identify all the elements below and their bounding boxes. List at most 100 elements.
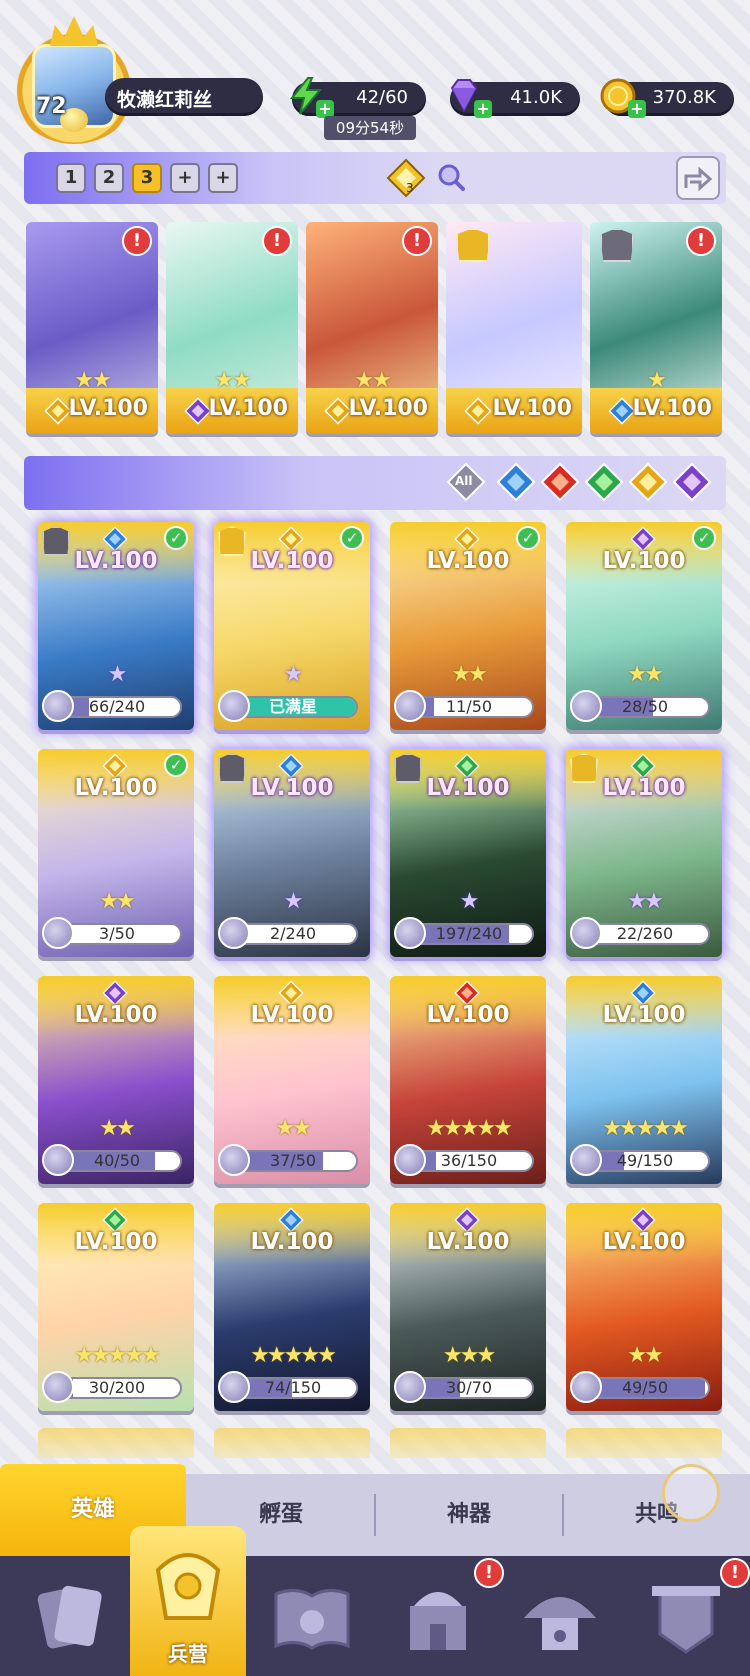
hero-card[interactable]: LV.100 ★★★★★ 36/150 — [390, 976, 546, 1184]
hero-card[interactable]: LV.100 ★ 66/240 ✓ — [38, 522, 194, 730]
hero-stars: ★ — [459, 889, 480, 914]
team-hero-card[interactable]: ★★ LV.100 ! — [26, 222, 158, 434]
book-icon[interactable] — [262, 1568, 362, 1668]
team-slot-1[interactable]: 1 — [56, 163, 86, 193]
gem-counter[interactable]: + 41.0K — [450, 79, 580, 118]
hero-card[interactable]: LV.100 ★★ 28/50 ✓ — [566, 522, 722, 730]
hero-card[interactable]: LV.100 ★ 已满星 ✓ — [214, 522, 370, 730]
barracks-icon[interactable] — [138, 1540, 238, 1640]
hero-card[interactable]: LV.100 ★★ 22/260 — [566, 749, 722, 957]
card-footer: LV.100 — [446, 388, 582, 434]
hero-card[interactable]: LV.100 ★★★ 30/70 — [390, 1203, 546, 1411]
alert-badge: ! — [262, 226, 292, 256]
hero-shard-icon — [394, 917, 426, 949]
coin-counter[interactable]: + 370.8K — [600, 78, 734, 118]
hero-level: LV.100 — [74, 775, 158, 801]
add-gems-button[interactable]: + — [474, 100, 492, 118]
rank-badge-icon — [456, 228, 490, 262]
hero-shard-icon — [394, 690, 426, 722]
hero-stars: ★★ — [99, 889, 135, 914]
card-footer: LV.100 — [306, 388, 438, 434]
hero-level: LV.100 — [348, 396, 428, 421]
hero-shard-icon — [218, 690, 250, 722]
hero-level: LV.100 — [74, 1002, 158, 1028]
hero-shard-icon — [394, 1371, 426, 1403]
hero-stars: ★ — [283, 662, 304, 687]
filter-light-icon[interactable] — [628, 462, 668, 502]
hero-card[interactable]: LV.100 ★ 197/240 — [390, 749, 546, 957]
hero-level: LV.100 — [492, 396, 572, 421]
hero-stars: ★★★★★ — [74, 1343, 161, 1368]
shield-banner-icon[interactable] — [636, 1568, 736, 1668]
floating-orb-button[interactable] — [662, 1464, 720, 1522]
hero-level: LV.100 — [74, 1229, 158, 1255]
player-name: 牧濑红莉丝 — [117, 89, 213, 111]
team-selector-bar — [24, 152, 726, 204]
rank-badge-icon — [570, 753, 598, 783]
hero-shard-icon — [42, 690, 74, 722]
add-coins-button[interactable]: + — [628, 100, 646, 118]
in-team-check-icon: ✓ — [164, 753, 188, 777]
hero-shard-icon — [570, 690, 602, 722]
hero-card[interactable]: LV.100 ★★ 37/50 — [214, 976, 370, 1184]
rank-badge-icon — [42, 526, 70, 556]
share-icon — [684, 166, 713, 192]
card-footer: LV.100 — [26, 388, 158, 434]
crown-icon — [50, 16, 98, 46]
hero-shard-icon — [42, 917, 74, 949]
hero-card[interactable]: LV.100 ★★★★★ 74/150 — [214, 1203, 370, 1411]
hero-stars: ★★ — [451, 662, 487, 687]
card-footer: LV.100 — [166, 388, 298, 434]
mushroom-house-icon[interactable] — [510, 1568, 610, 1668]
hero-shard-icon — [42, 1144, 74, 1176]
hero-shard-icon — [394, 1144, 426, 1176]
element-light-icon — [464, 397, 492, 425]
hero-level: LV.100 — [602, 1229, 686, 1255]
alert-badge: ! — [686, 226, 716, 256]
hero-shard-icon — [570, 1371, 602, 1403]
energy-timer: 09分54秒 — [324, 116, 416, 140]
filter-wind-icon[interactable] — [584, 462, 624, 502]
coin-value: 370.8K — [652, 87, 716, 108]
hero-stars: ★★ — [627, 1343, 663, 1368]
filter-water-icon[interactable] — [496, 462, 536, 502]
hero-card[interactable]: LV.100 ★★★★★ 30/200 — [38, 1203, 194, 1411]
hero-card[interactable]: LV.100 ★★ 40/50 — [38, 976, 194, 1184]
team-hero-card[interactable]: ★★ LV.100 ! — [306, 222, 438, 434]
tab-resonance[interactable]: 共鸣 — [564, 1474, 750, 1556]
in-team-check-icon: ✓ — [516, 526, 540, 550]
filter-fire-icon[interactable] — [540, 462, 580, 502]
team-slot-add-2[interactable]: + — [208, 163, 238, 193]
hero-shard-icon — [570, 917, 602, 949]
search-icon[interactable] — [436, 162, 466, 192]
rank-badge-icon — [218, 526, 246, 556]
energy-value: 42/60 — [356, 87, 408, 108]
team-hero-card[interactable]: ★★ LV.100 ! — [166, 222, 298, 434]
team-slot-2[interactable]: 2 — [94, 163, 124, 193]
share-button[interactable] — [676, 156, 720, 200]
hero-card[interactable]: LV.100 ★★ 11/50 ✓ — [390, 522, 546, 730]
in-team-check-icon: ✓ — [164, 526, 188, 550]
hero-shard-icon — [42, 1371, 74, 1403]
hero-card[interactable]: LV.100 ★ 2/240 — [214, 749, 370, 957]
cards-icon[interactable] — [20, 1568, 120, 1668]
tab-artifacts[interactable]: 神器 — [376, 1474, 562, 1556]
hero-card[interactable]: LV.100 ★★ 49/50 — [566, 1203, 722, 1411]
player-name-pill[interactable]: 牧濑红莉丝 — [105, 78, 263, 116]
filter-dark-icon[interactable] — [672, 462, 712, 502]
hero-shard-icon — [218, 917, 250, 949]
energy-counter[interactable]: + 42/60 — [289, 77, 426, 118]
gem-value: 41.0K — [510, 87, 562, 108]
hero-card[interactable]: LV.100 ★★★★★ 49/150 — [566, 976, 722, 1184]
castle-icon[interactable] — [388, 1568, 488, 1668]
team-slot-add-1[interactable]: + — [170, 163, 200, 193]
hero-card[interactable]: LV.100 ★★ 3/50 ✓ — [38, 749, 194, 957]
hero-level: LV.100 — [632, 396, 712, 421]
hero-stars: ★ — [107, 662, 128, 687]
hero-stars: ★ — [283, 889, 304, 914]
team-power-count: 3 — [406, 181, 414, 195]
team-slot-3[interactable]: 3 — [132, 163, 162, 193]
castle-alert-badge: ! — [474, 1558, 504, 1588]
hero-level: LV.100 — [602, 1002, 686, 1028]
in-team-check-icon: ✓ — [692, 526, 716, 550]
